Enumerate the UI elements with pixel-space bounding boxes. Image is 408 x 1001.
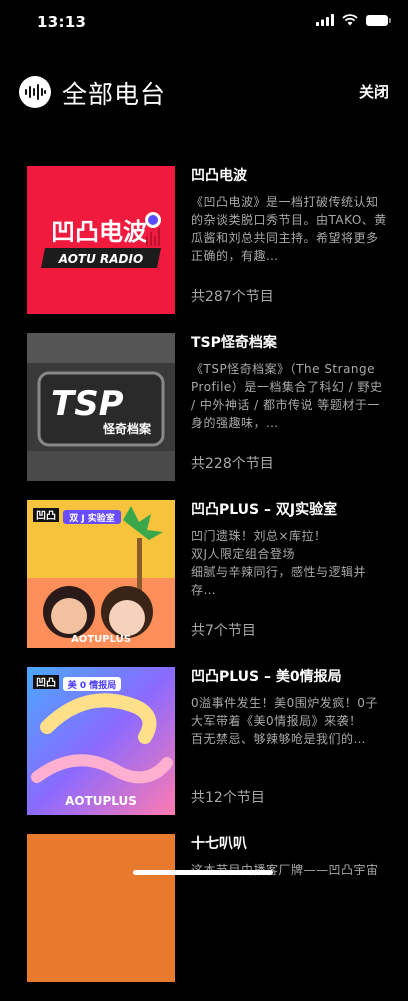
cover-brand: AOTUPLUS xyxy=(65,794,137,808)
battery-icon xyxy=(366,14,391,26)
station-title: 凹凸电波 xyxy=(191,168,247,184)
cover-brand: AOTUPLUS xyxy=(71,634,131,645)
station-episode-count: 共7个节目 xyxy=(191,623,256,639)
station-cover[interactable]: TSP 怪奇档案 xyxy=(27,333,175,481)
station-description: 凹门遗珠！刘总×库拉！ 双J人限定组合登场 细腻与辛辣同行，感性与逻辑并存… xyxy=(191,529,367,597)
station-episode-count: 共287个节目 xyxy=(191,289,274,305)
cover-subtitle: AOTU RADIO xyxy=(58,252,143,266)
signal-icon xyxy=(316,14,334,26)
status-time: 13:13 xyxy=(37,13,87,31)
station-cover[interactable] xyxy=(27,834,175,982)
station-episode-count: 共12个节目 xyxy=(191,790,265,806)
station-item[interactable]: 凹凸电波 AOTU RADIO 凹凸电波 《凹凸电波》是一档打破传统认知的杂谈类… xyxy=(27,166,392,314)
station-description: 0溢事件发生！美0围炉发疯！0子大军带着《美0情报局》来袭！ 百无禁忌、够辣够呛… xyxy=(191,696,378,746)
cover-title: 凹凸 xyxy=(36,677,56,689)
station-item[interactable]: TSP 怪奇档案 TSP怪奇档案 《TSP怪奇档案》（The Strange P… xyxy=(27,333,392,481)
wifi-icon xyxy=(342,14,358,26)
cover-title: TSP xyxy=(51,384,124,424)
station-cover[interactable]: 凹凸 双 J 实验室 AOTUPLUS xyxy=(27,500,175,648)
station-item[interactable]: 凹凸 双 J 实验室 AOTUPLUS 凹凸PLUS – 双J实验室 凹门遗珠！… xyxy=(27,500,392,648)
station-info: 凹凸电波 《凹凸电波》是一档打破传统认知的杂谈类脱口秀节目。由TAKO、黄瓜酱和… xyxy=(191,166,389,314)
station-list: 凹凸电波 AOTU RADIO 凹凸电波 《凹凸电波》是一档打破传统认知的杂谈类… xyxy=(27,166,392,1001)
station-item[interactable]: 凹凸 美 0 情报局 AOTUPLUS 凹凸PLUS – 美0情报局 0溢事件发… xyxy=(27,667,392,815)
station-item[interactable]: 十七叭叭 这本节目由播客厂牌——凹凸宇宙 xyxy=(27,834,392,982)
station-title: 凹凸PLUS – 美0情报局 xyxy=(191,669,342,685)
station-info: TSP怪奇档案 《TSP怪奇档案》（The Strange Profile）是一… xyxy=(191,333,389,481)
status-icons xyxy=(316,14,391,26)
station-title: 凹凸PLUS – 双J实验室 xyxy=(191,502,338,518)
station-cover[interactable]: 凹凸 美 0 情报局 AOTUPLUS xyxy=(27,667,175,815)
page-title: 全部电台 xyxy=(62,80,167,109)
page-header: 全部电台 关闭 xyxy=(19,72,389,112)
cover-title: 凹凸电波 xyxy=(51,218,148,246)
status-bar: 13:13 xyxy=(0,0,408,44)
cover-subtitle: 双 J 实验室 xyxy=(69,512,115,524)
cover-subtitle: 怪奇档案 xyxy=(102,421,152,436)
app-logo-icon xyxy=(19,76,51,108)
cover-title: 凹凸 xyxy=(36,510,56,522)
home-indicator[interactable] xyxy=(133,870,273,875)
station-title: 十七叭叭 xyxy=(191,836,247,852)
station-info: 十七叭叭 这本节目由播客厂牌——凹凸宇宙 xyxy=(191,834,389,982)
close-button[interactable]: 关闭 xyxy=(359,81,389,102)
station-episode-count: 共228个节目 xyxy=(191,456,274,472)
station-description: 《凹凸电波》是一档打破传统认知的杂谈类脱口秀节目。由TAKO、黄瓜酱和刘总共同主… xyxy=(191,195,387,263)
station-info: 凹凸PLUS – 美0情报局 0溢事件发生！美0围炉发疯！0子大军带着《美0情报… xyxy=(191,667,389,815)
station-info: 凹凸PLUS – 双J实验室 凹门遗珠！刘总×库拉！ 双J人限定组合登场 细腻与… xyxy=(191,500,389,648)
station-title: TSP怪奇档案 xyxy=(191,335,277,351)
station-description: 《TSP怪奇档案》（The Strange Profile）是一档集合了科幻 /… xyxy=(191,362,383,430)
cover-subtitle: 美 0 情报局 xyxy=(68,679,117,691)
station-cover[interactable]: 凹凸电波 AOTU RADIO xyxy=(27,166,175,314)
